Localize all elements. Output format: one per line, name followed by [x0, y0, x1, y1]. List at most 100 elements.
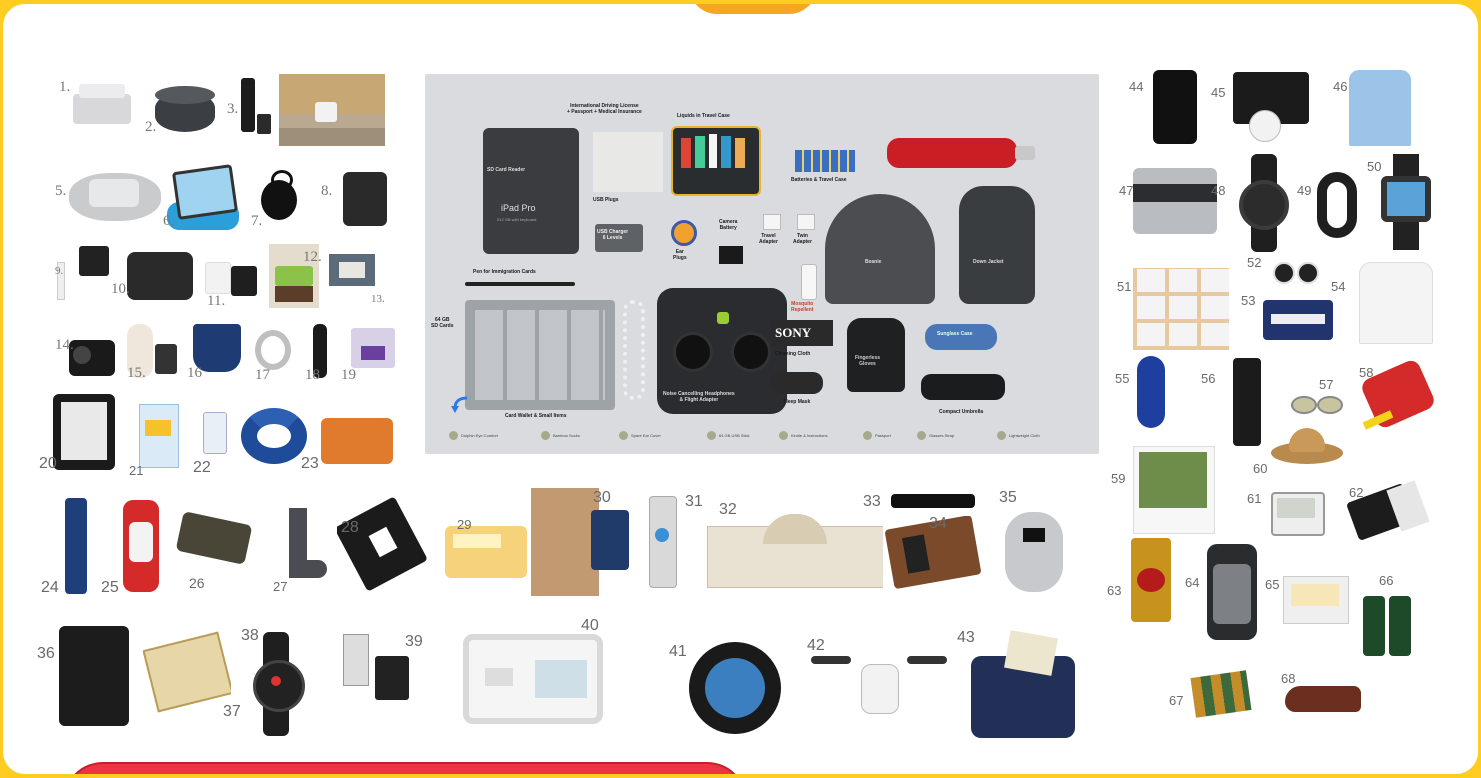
- item-number-63: 63: [1107, 583, 1122, 598]
- product-tile-46[interactable]: [1339, 64, 1421, 150]
- product-tile-49[interactable]: [1309, 164, 1365, 244]
- product-tile-48[interactable]: [1233, 154, 1295, 254]
- product-tile-60[interactable]: [1267, 422, 1347, 474]
- product-tile-31[interactable]: [643, 492, 683, 588]
- batteries[interactable]: [795, 150, 855, 172]
- item-number-5: 5.: [55, 183, 67, 199]
- legend-item: Bamboo Socks: [541, 428, 580, 442]
- product-tile-50[interactable]: [1375, 154, 1439, 250]
- product-tile-52[interactable]: [1265, 254, 1325, 290]
- item-number-33: 33: [863, 493, 881, 510]
- label-fingerless: Fingerless Gloves: [855, 355, 881, 367]
- label-sd-cards: 64 GB SD Cards: [431, 317, 454, 329]
- product-tile-47[interactable]: [1127, 154, 1223, 242]
- label-sleep-mask: Sleep Mask: [783, 399, 811, 405]
- product-tile-59[interactable]: [1129, 442, 1217, 536]
- item-number-61: 61: [1247, 491, 1262, 506]
- ear-plugs[interactable]: [671, 220, 697, 246]
- product-tile-38[interactable]: [247, 632, 307, 736]
- product-tile-57[interactable]: [1283, 384, 1347, 424]
- product-tile-33[interactable]: [891, 492, 979, 512]
- beanie[interactable]: [825, 194, 935, 304]
- item-number-46: 46: [1333, 79, 1348, 94]
- legend-item: Spare Ear Cover: [619, 428, 661, 442]
- item-number-42: 42: [807, 637, 825, 654]
- item-number-62: 62: [1349, 485, 1364, 500]
- product-tile-64[interactable]: [1199, 534, 1265, 644]
- travel-adapter[interactable]: [763, 214, 781, 230]
- passport-documents[interactable]: [593, 132, 663, 192]
- product-tile-14[interactable]: [55, 322, 121, 384]
- item-number-48: 48: [1211, 183, 1226, 198]
- water-bottle[interactable]: [887, 138, 1017, 168]
- item-number-56: 56: [1201, 371, 1216, 386]
- product-tile-67[interactable]: [1183, 666, 1259, 728]
- item-number-34: 34: [929, 515, 947, 532]
- product-tile-55[interactable]: [1131, 352, 1171, 432]
- product-tile-32[interactable]: [707, 514, 883, 590]
- product-tile-41[interactable]: [673, 624, 793, 738]
- item-number-11: 11.: [207, 293, 226, 309]
- mosquito-repellent[interactable]: [801, 264, 817, 300]
- ipad-pro[interactable]: [483, 128, 579, 254]
- label-umbrella: Compact Umbrella: [939, 409, 984, 415]
- top-tab-decoration: [689, 4, 817, 14]
- white-cable[interactable]: [623, 300, 645, 400]
- item-number-55: 55: [1115, 371, 1130, 386]
- label-ear-plugs: Ear Plugs: [673, 249, 687, 261]
- label-sd-reader: SD Card Reader: [487, 167, 526, 173]
- product-tile-9[interactable]: [51, 242, 115, 312]
- item-number-21: 21: [129, 463, 144, 478]
- pen[interactable]: [465, 282, 575, 286]
- product-tile-5[interactable]: [55, 159, 165, 231]
- item-number-28: 28: [341, 519, 359, 536]
- product-tile-42[interactable]: [803, 644, 953, 734]
- item-number-66: 66: [1379, 573, 1394, 588]
- product-tile-37[interactable]: [143, 624, 231, 720]
- product-tile-45[interactable]: [1225, 64, 1317, 150]
- item-number-44: 44: [1129, 79, 1144, 94]
- item-number-49: 49: [1297, 183, 1312, 198]
- product-tile-51[interactable]: [1133, 268, 1229, 350]
- camera-battery[interactable]: [719, 246, 743, 264]
- product-tile-30[interactable]: [531, 488, 631, 598]
- product-tile-23[interactable]: [315, 400, 397, 476]
- twin-adapter[interactable]: [797, 214, 815, 230]
- product-tile-53[interactable]: [1257, 294, 1339, 346]
- product-tile-26[interactable]: [169, 508, 257, 578]
- compact-umbrella[interactable]: [921, 374, 1005, 400]
- product-tile-40[interactable]: [455, 630, 611, 734]
- product-tile-61[interactable]: [1261, 486, 1331, 548]
- product-tile-56[interactable]: [1225, 354, 1269, 450]
- product-tile-66[interactable]: [1357, 584, 1417, 660]
- item-number-15: 15.: [127, 365, 146, 381]
- product-tile-10[interactable]: [111, 244, 199, 314]
- product-tile-35[interactable]: [993, 500, 1075, 598]
- product-tile-44[interactable]: [1141, 64, 1209, 150]
- item-number-27: 27: [273, 579, 288, 594]
- down-jacket[interactable]: [959, 186, 1035, 304]
- item-number-64: 64: [1185, 575, 1200, 590]
- product-tile-25[interactable]: [113, 494, 165, 598]
- item-number-18: 18: [305, 367, 320, 383]
- item-number-50: 50: [1367, 159, 1382, 174]
- item-number-67: 67: [1169, 693, 1184, 708]
- product-tile-29[interactable]: [439, 498, 531, 594]
- product-tile-43[interactable]: [963, 628, 1081, 738]
- sleep-mask[interactable]: [771, 372, 823, 394]
- product-tile-54[interactable]: [1343, 254, 1445, 348]
- item-number-16: 16: [187, 365, 202, 381]
- item-number-58: 58: [1359, 365, 1374, 380]
- product-tile-8[interactable]: [321, 164, 393, 236]
- item-number-6: 6.: [163, 213, 175, 229]
- label-driving: International Driving License + Passport…: [567, 103, 642, 115]
- product-tile-39[interactable]: [333, 624, 445, 734]
- item-number-24: 24: [41, 579, 59, 596]
- product-tile-36[interactable]: [43, 620, 135, 732]
- product-tile-2[interactable]: [145, 74, 227, 139]
- product-tile-4[interactable]: [279, 74, 385, 146]
- product-tile-28[interactable]: [337, 494, 429, 594]
- product-tile-65[interactable]: [1277, 570, 1353, 632]
- label-usb-charger: USB Charger 6 Levels: [597, 229, 629, 241]
- product-tile-63[interactable]: [1127, 534, 1175, 626]
